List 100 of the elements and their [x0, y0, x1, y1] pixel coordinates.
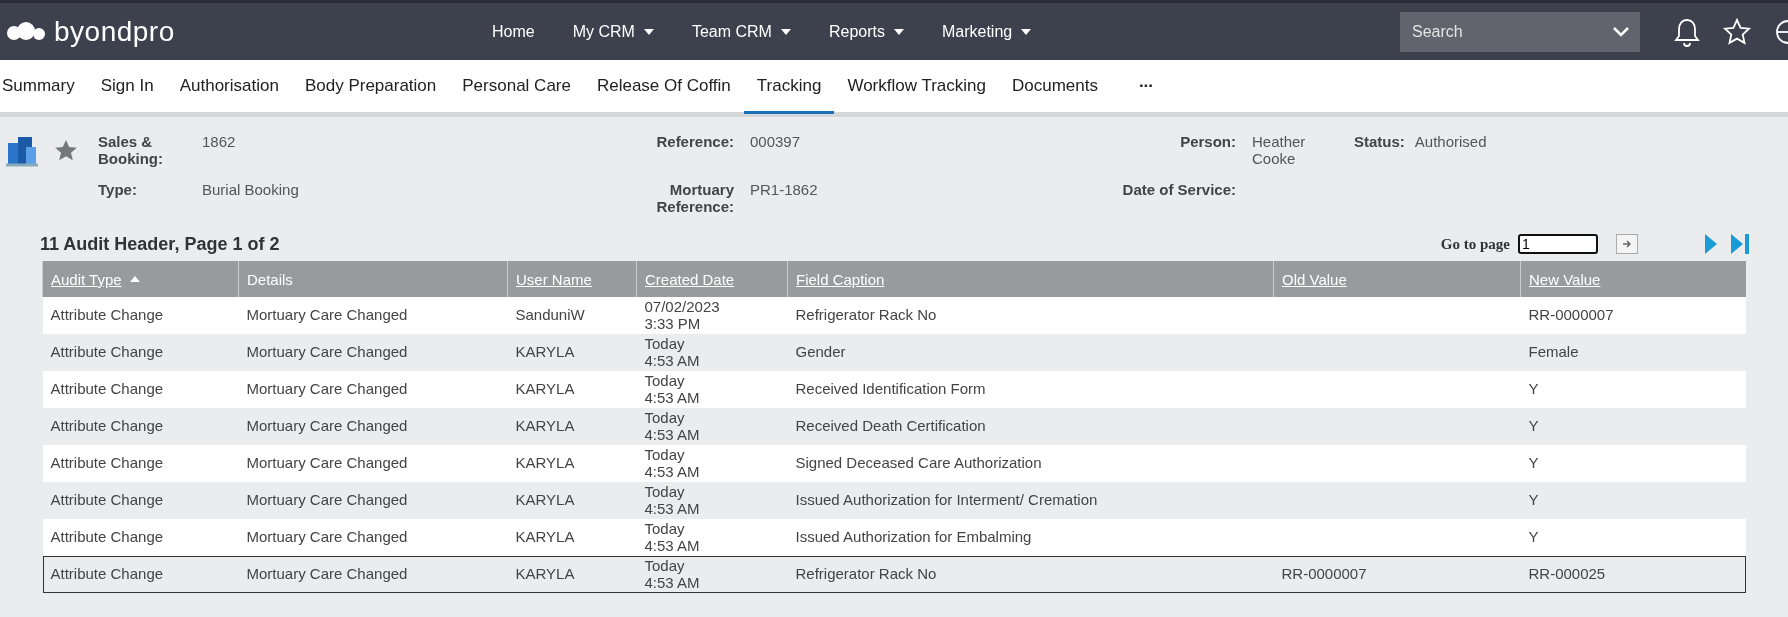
field-label: Reference: [655, 133, 734, 152]
star-icon[interactable] [54, 139, 78, 163]
table-cell: Today 4:53 AM [644, 336, 700, 369]
sort-ascending-icon [129, 276, 140, 282]
go-button[interactable] [1616, 234, 1638, 254]
table-cell: Mortuary Care Changed [246, 344, 408, 361]
caret-icon [643, 28, 654, 35]
table-row[interactable]: Attribute Change Mortuary Care Changed KARYLA Today 4:53 AM Signed Deceased Care Authorization Y [42, 445, 1746, 482]
search-box[interactable]: Search [1400, 11, 1640, 52]
tab[interactable]: Summary [0, 60, 88, 114]
table-cell: Attribute Change [50, 381, 164, 398]
table-cell: KARYLA [515, 455, 575, 472]
table-cell: 07/02/2023 3:33 PM [644, 299, 720, 332]
more-tabs-button[interactable]: ··· [1110, 60, 1166, 114]
table-cell: KARYLA [515, 566, 575, 583]
table-row[interactable]: Attribute Change Mortuary Care Changed KARYLA Today 4:53 AM Refrigerator Rack No RR-0000007 RR-000025 [42, 556, 1746, 593]
column-header: Details [238, 261, 508, 297]
table-cell: Issued Authorization for Embalming [795, 529, 1032, 546]
tab[interactable]: Workflow Tracking [834, 60, 999, 114]
table-cell: Attribute Change [50, 418, 164, 435]
table-cell: Today 4:53 AM [644, 558, 700, 591]
go-to-page-label: Go to page [1440, 235, 1510, 253]
table-cell: Refrigerator Rack No [795, 307, 937, 324]
table-cell: Attribute Change [50, 492, 164, 509]
tab[interactable]: Tracking [743, 60, 835, 114]
table-cell: Attribute Change [50, 566, 164, 583]
last-page-icon[interactable] [1730, 233, 1750, 255]
caret-icon [1021, 28, 1032, 35]
caret-icon [780, 28, 791, 35]
table-cell: Received Death Certification [795, 418, 986, 435]
table-cell: Today 4:53 AM [644, 373, 700, 406]
table-cell: Mortuary Care Changed [246, 418, 408, 435]
table-cell: Today 4:53 AM [644, 484, 700, 517]
tab[interactable]: Sign In [87, 60, 167, 114]
table-cell: KARYLA [515, 381, 575, 398]
field-label: Type: [98, 181, 138, 200]
table-cell: Attribute Change [50, 529, 164, 546]
table-cell: RR-0000007 [1528, 307, 1614, 324]
grid-title: 11 Audit Header, Page 1 of 2 [40, 233, 280, 255]
table-cell: KARYLA [515, 492, 575, 509]
field-label: Status: [1354, 133, 1405, 152]
table-cell: Mortuary Care Changed [246, 529, 408, 546]
table-cell: Mortuary Care Changed [246, 455, 408, 472]
star-icon[interactable] [1722, 16, 1752, 47]
tab[interactable]: Personal Care [449, 60, 584, 114]
table-cell: Female [1528, 344, 1579, 361]
table-cell: KARYLA [515, 344, 575, 361]
table-cell: Y [1528, 492, 1539, 509]
nav-menu-item[interactable]: Reports [822, 22, 910, 41]
table-cell: RR-000025 [1528, 566, 1606, 583]
table-cell: Y [1528, 381, 1539, 398]
table-cell: Y [1528, 418, 1539, 435]
table-cell: KARYLA [515, 529, 575, 546]
table-row[interactable]: Attribute Change Mortuary Care Changed KARYLA Today 4:53 AM Received Identification Form Y [42, 371, 1746, 408]
field-label: Date of Service: [1121, 181, 1236, 200]
table-row[interactable]: Attribute Change Mortuary Care Changed KARYLA Today 4:53 AM Issued Authorization for Embalming Y [42, 519, 1746, 556]
table-cell: Y [1528, 529, 1539, 546]
next-page-icon[interactable] [1704, 233, 1718, 255]
field-value: Authorised [1414, 133, 1487, 152]
table-cell: RR-0000007 [1281, 566, 1367, 583]
arrow-right-icon [1622, 239, 1632, 249]
field-value: Burial Booking [202, 181, 300, 200]
field-value: 1862 [202, 133, 237, 152]
caret-icon [893, 28, 904, 35]
brand-name: byondpro [54, 15, 175, 48]
table-cell: Issued Authorization for Interment/ Cremation [795, 492, 1098, 509]
table-cell: Gender [795, 344, 846, 361]
table-cell: Today 4:53 AM [644, 447, 700, 480]
field-label: Sales & Booking: [98, 133, 164, 167]
table-cell: Attribute Change [50, 344, 164, 361]
field-label: Person: [1179, 133, 1236, 152]
search-field[interactable]: Search [1410, 21, 1594, 42]
nav-menu-item[interactable]: Marketing [935, 22, 1038, 41]
nav-menu-item[interactable]: Team CRM [685, 22, 797, 41]
table-cell: Attribute Change [50, 455, 164, 472]
field-value: 000397 [750, 133, 802, 152]
table-cell: KARYLA [515, 418, 575, 435]
table-cell: SanduniW [515, 307, 585, 324]
table-cell: Y [1528, 455, 1539, 472]
table-cell: Signed Deceased Care Authorization [795, 455, 1042, 472]
table-cell: Refrigerator Rack No [795, 566, 937, 583]
nav-menu-item[interactable]: My CRM [566, 22, 660, 41]
table-cell: Attribute Change [50, 307, 164, 324]
tab[interactable]: Authorisation [166, 60, 292, 114]
table-row[interactable]: Attribute Change Mortuary Care Changed SanduniW 07/02/2023 3:33 PM Refrigerator Rack No RR-0000007 [42, 297, 1746, 334]
nav-menu-item[interactable]: Home [486, 22, 541, 41]
tab[interactable]: Documents [998, 60, 1111, 114]
table-cell: Mortuary Care Changed [246, 307, 408, 324]
tab[interactable]: Release Of Coffin [583, 60, 744, 114]
table-cell: Mortuary Care Changed [246, 492, 408, 509]
chevron-down-icon [1612, 26, 1630, 37]
notification-bell-icon[interactable] [1674, 16, 1700, 47]
table-cell: Mortuary Care Changed [246, 381, 408, 398]
field-value: Heather Cooke [1252, 133, 1307, 167]
field-value: PR1-1862 [750, 181, 819, 200]
page-number-field[interactable]: 1 [1518, 234, 1598, 254]
table-cell: Mortuary Care Changed [246, 566, 408, 583]
tab[interactable]: Body Preparation [291, 60, 450, 114]
table-cell: Today 4:53 AM [644, 410, 700, 443]
table-cell: Today 4:53 AM [644, 521, 700, 554]
